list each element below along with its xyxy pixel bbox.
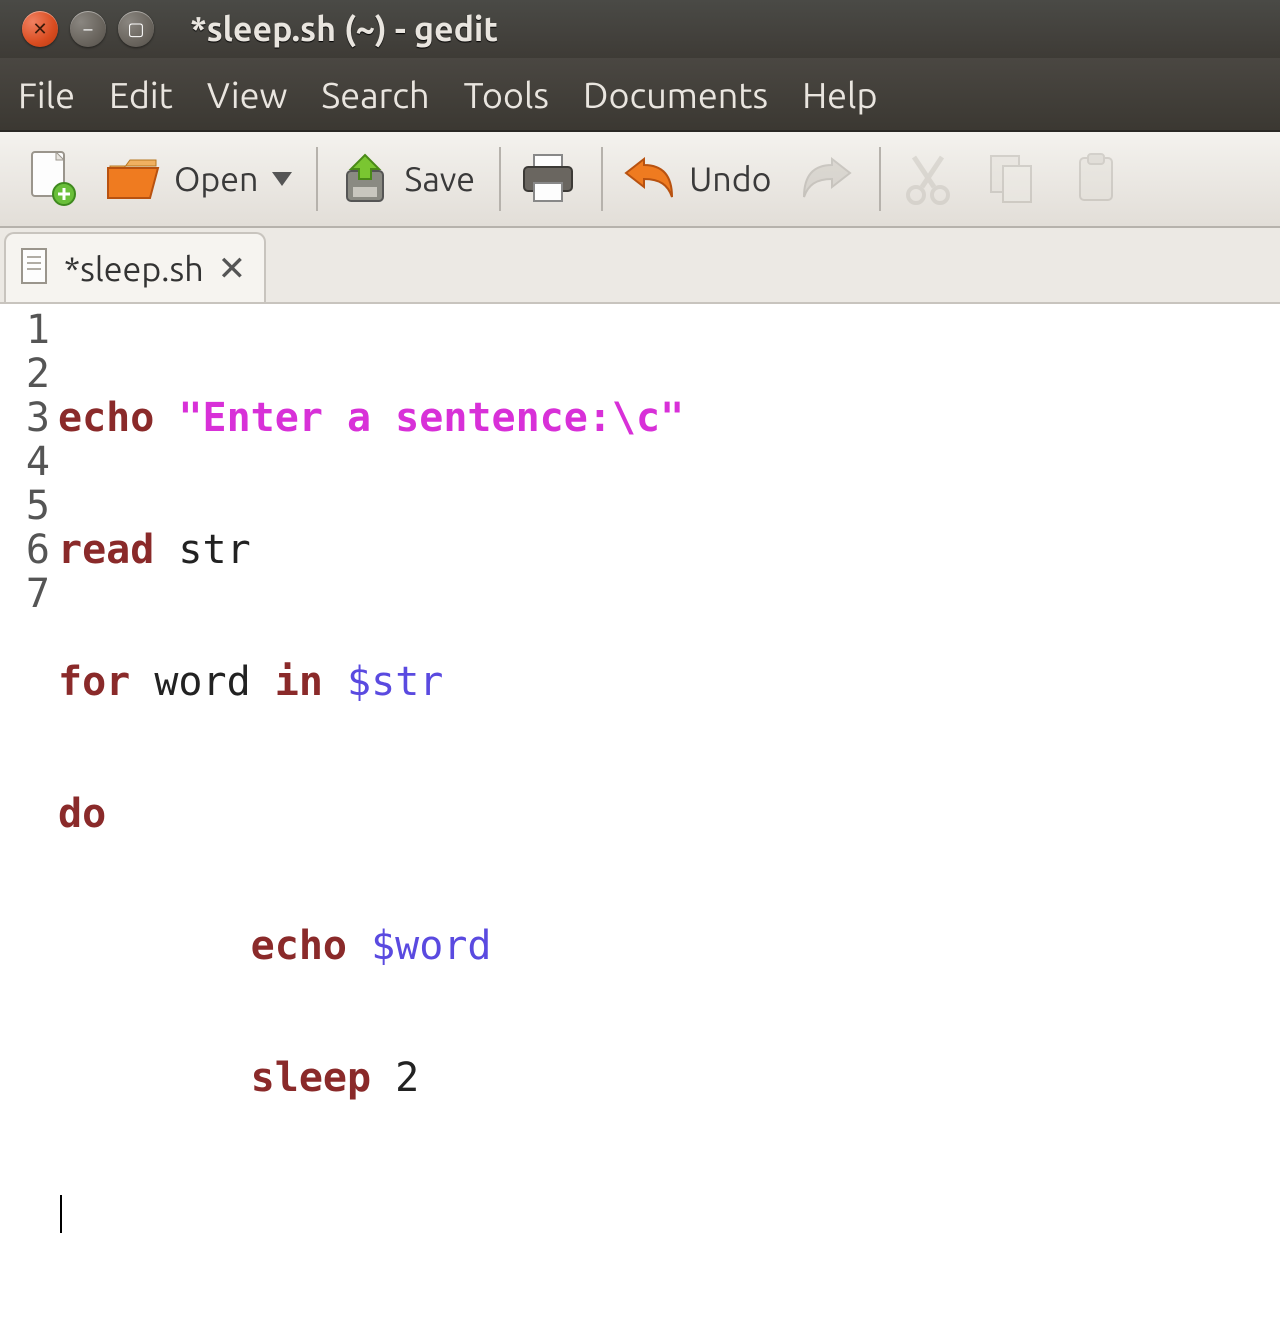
tab-sleep-sh[interactable]: *sleep.sh ✕ — [4, 232, 266, 302]
tabbar: *sleep.sh ✕ — [0, 228, 1280, 304]
redo-button — [787, 144, 865, 214]
line-number: 4 — [0, 440, 50, 484]
open-folder-icon — [106, 150, 164, 208]
save-button[interactable]: Save — [326, 144, 485, 214]
tab-label: *sleep.sh — [64, 250, 204, 288]
menu-search[interactable]: Search — [321, 74, 429, 115]
menu-view[interactable]: View — [207, 74, 288, 115]
toolbar-separator — [316, 147, 318, 211]
line-number: 7 — [0, 572, 50, 616]
close-icon[interactable]: ✕ — [22, 11, 58, 47]
cut-icon — [899, 150, 957, 208]
text-cursor — [60, 1195, 62, 1233]
editor[interactable]: 1 2 3 4 5 6 7 echo "Enter a sentence:\c"… — [0, 304, 1280, 720]
menu-tools[interactable]: Tools — [464, 74, 549, 115]
toolbar-separator — [601, 147, 603, 211]
document-icon — [20, 247, 50, 292]
menu-documents[interactable]: Documents — [583, 74, 768, 115]
new-button[interactable] — [12, 144, 90, 214]
open-label: Open — [174, 160, 258, 198]
print-icon — [519, 150, 577, 208]
code-line[interactable] — [58, 1188, 684, 1232]
line-number: 5 — [0, 484, 50, 528]
line-number: 2 — [0, 352, 50, 396]
line-number: 6 — [0, 528, 50, 572]
menu-file[interactable]: File — [18, 74, 75, 115]
tab-close-icon[interactable]: ✕ — [218, 249, 247, 289]
redo-icon — [797, 150, 855, 208]
paste-button — [1057, 144, 1135, 214]
code-line[interactable]: echo "Enter a sentence:\c" — [58, 396, 684, 440]
line-number: 3 — [0, 396, 50, 440]
line-gutter: 1 2 3 4 5 6 7 — [0, 304, 58, 720]
code-line[interactable]: sleep 2 — [58, 1056, 684, 1100]
toolbar-separator — [499, 147, 501, 211]
paste-icon — [1067, 150, 1125, 208]
copy-button — [973, 144, 1051, 214]
code-line[interactable]: for word in $str — [58, 660, 684, 704]
titlebar: ✕ – ▢ *sleep.sh (~) - gedit — [0, 0, 1280, 58]
code-line[interactable]: read str — [58, 528, 684, 572]
print-button[interactable] — [509, 144, 587, 214]
maximize-icon[interactable]: ▢ — [118, 11, 154, 47]
undo-label: Undo — [689, 160, 771, 198]
code-line[interactable]: do — [58, 792, 684, 836]
undo-button[interactable]: Undo — [611, 144, 781, 214]
new-file-icon — [22, 150, 80, 208]
code-line[interactable]: echo $word — [58, 924, 684, 968]
toolbar-separator — [879, 147, 881, 211]
save-label: Save — [404, 160, 475, 198]
save-icon — [336, 150, 394, 208]
undo-icon — [621, 150, 679, 208]
copy-icon — [983, 150, 1041, 208]
open-dropdown-icon[interactable] — [272, 172, 292, 186]
toolbar: Open Save Undo — [0, 132, 1280, 228]
menu-help[interactable]: Help — [802, 74, 877, 115]
menubar: File Edit View Search Tools Documents He… — [0, 58, 1280, 132]
minimize-icon[interactable]: – — [70, 11, 106, 47]
code-area[interactable]: echo "Enter a sentence:\c" read str for … — [58, 304, 684, 720]
open-button[interactable]: Open — [96, 144, 302, 214]
line-number: 1 — [0, 308, 50, 352]
window-title: *sleep.sh (~) - gedit — [190, 10, 498, 48]
menu-edit[interactable]: Edit — [109, 74, 173, 115]
cut-button — [889, 144, 967, 214]
